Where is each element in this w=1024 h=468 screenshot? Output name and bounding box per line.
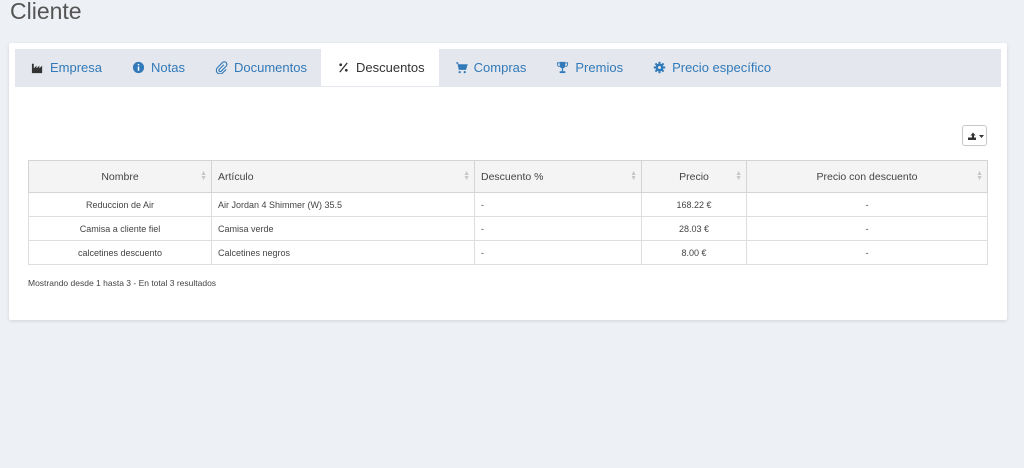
- cell-precio-con-descuento: -: [746, 240, 988, 265]
- table-row[interactable]: calcetines descuento Calcetines negros -…: [28, 240, 988, 265]
- export-icon: [967, 132, 984, 140]
- cell-precio: 168.22 €: [641, 192, 747, 217]
- tab-label: Empresa: [50, 60, 103, 75]
- tab-bar: Empresa Notas Documentos Descuentos Comp…: [15, 49, 1001, 87]
- tab-label: Notas: [151, 60, 185, 75]
- percent-icon: [337, 61, 350, 74]
- gear-icon: [653, 61, 666, 74]
- info-circle-icon: [132, 61, 145, 74]
- customer-panel: Empresa Notas Documentos Descuentos Comp…: [9, 43, 1007, 320]
- cell-descuento: -: [474, 192, 642, 217]
- cell-articulo: Camisa verde: [211, 216, 475, 241]
- shopping-cart-icon: [455, 61, 468, 74]
- cell-nombre: Camisa a cliente fiel: [28, 216, 212, 241]
- tab-precio-especifico[interactable]: Precio específico: [637, 49, 785, 86]
- trophy-icon: [556, 61, 569, 74]
- column-header-nombre[interactable]: Nombre ▲ ▼: [28, 160, 212, 193]
- sort-icon: ▲ ▼: [463, 170, 470, 182]
- table-row[interactable]: Reduccion de Air Air Jordan 4 Shimmer (W…: [28, 192, 988, 217]
- paperclip-icon: [215, 61, 228, 74]
- tab-compras[interactable]: Compras: [439, 49, 541, 86]
- cell-precio-con-descuento: -: [746, 192, 988, 217]
- results-summary: Mostrando desde 1 hasta 3 - En total 3 r…: [28, 278, 217, 288]
- tab-notas[interactable]: Notas: [116, 49, 199, 86]
- sort-icon: ▲ ▼: [630, 170, 637, 182]
- column-header-descuento[interactable]: Descuento % ▲ ▼: [474, 160, 642, 193]
- cell-articulo: Calcetines negros: [211, 240, 475, 265]
- sort-icon: ▲ ▼: [200, 170, 207, 182]
- cell-nombre: calcetines descuento: [28, 240, 212, 265]
- tab-label: Documentos: [234, 60, 307, 75]
- cell-articulo: Air Jordan 4 Shimmer (W) 35.5: [211, 192, 475, 217]
- sort-icon: ▲ ▼: [976, 170, 983, 182]
- tab-empresa[interactable]: Empresa: [15, 49, 116, 86]
- cell-descuento: -: [474, 216, 642, 241]
- tab-label: Precio específico: [672, 60, 772, 75]
- tab-documentos[interactable]: Documentos: [199, 49, 321, 86]
- tab-premios[interactable]: Premios: [540, 49, 637, 86]
- factory-icon: [31, 61, 44, 74]
- column-header-precio[interactable]: Precio ▲ ▼: [641, 160, 747, 193]
- export-button[interactable]: [962, 125, 987, 146]
- tab-label: Premios: [575, 60, 624, 75]
- column-header-precio-con-descuento[interactable]: Precio con descuento ▲ ▼: [746, 160, 988, 193]
- page-title: Cliente: [10, 0, 82, 24]
- column-header-articulo[interactable]: Artículo ▲ ▼: [211, 160, 475, 193]
- table-row[interactable]: Camisa a cliente fiel Camisa verde - 28.…: [28, 216, 988, 241]
- cell-nombre: Reduccion de Air: [28, 192, 212, 217]
- discounts-table: Nombre ▲ ▼ Artículo ▲ ▼ Descuento % ▲ ▼ Pre…: [28, 160, 988, 265]
- cell-precio: 8.00 €: [641, 240, 747, 265]
- table-header-row: Nombre ▲ ▼ Artículo ▲ ▼ Descuento % ▲ ▼ Pre…: [28, 160, 988, 193]
- tab-descuentos[interactable]: Descuentos: [320, 49, 439, 86]
- cell-precio: 28.03 €: [641, 216, 747, 241]
- tab-label: Compras: [473, 60, 527, 75]
- tab-label: Descuentos: [355, 60, 425, 75]
- cell-precio-con-descuento: -: [746, 216, 988, 241]
- sort-icon: ▲ ▼: [735, 170, 742, 182]
- cell-descuento: -: [474, 240, 642, 265]
